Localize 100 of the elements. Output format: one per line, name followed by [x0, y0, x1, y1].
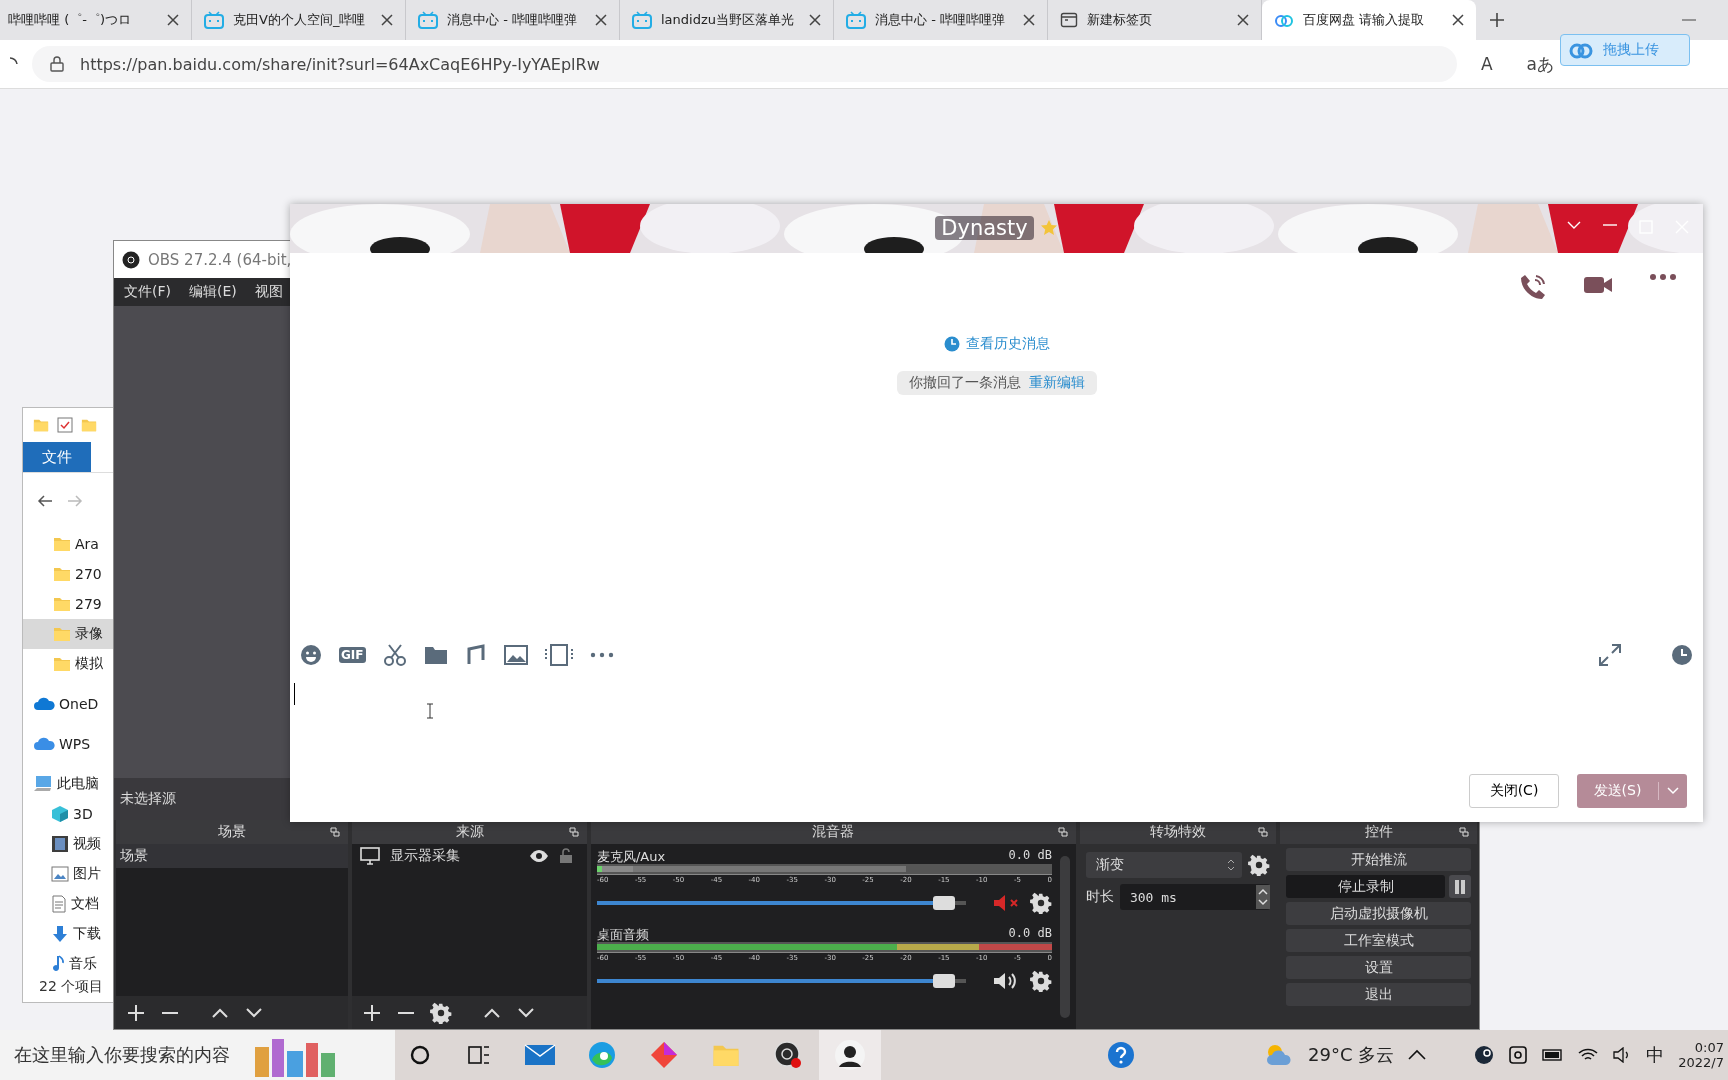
- nav-item[interactable]: 音乐: [23, 949, 113, 979]
- read-aloud-button[interactable]: A: [1470, 54, 1503, 74]
- pause-button[interactable]: [1449, 875, 1471, 898]
- search-field[interactable]: 在这里输入你要搜索的内容: [0, 1030, 395, 1080]
- nav-item[interactable]: 此电脑: [23, 769, 113, 799]
- nav-item[interactable]: 视频: [23, 829, 113, 859]
- diamond-icon[interactable]: [649, 1040, 679, 1070]
- close-icon[interactable]: [1237, 14, 1249, 26]
- task-view-icon[interactable]: [467, 1044, 491, 1066]
- window-title: OBS 27.2.4 (64-bit,: [148, 250, 292, 269]
- float-icon[interactable]: [568, 827, 579, 837]
- nav-item[interactable]: WPS: [23, 729, 113, 759]
- pause-icon: [1455, 879, 1465, 894]
- dropdown-icon[interactable]: [1567, 220, 1581, 230]
- close-icon[interactable]: [1023, 14, 1035, 26]
- folder-icon: [33, 417, 49, 433]
- nav-item[interactable]: 录像: [23, 619, 113, 649]
- ribbon-tab[interactable]: 文件: [23, 442, 91, 472]
- browser-tab[interactable]: 百度网盘 请输入提取: [1262, 0, 1476, 40]
- scene-item[interactable]: 场景: [116, 844, 349, 868]
- source-item[interactable]: 显示器采集: [352, 844, 587, 868]
- help-icon[interactable]: [1106, 1040, 1137, 1070]
- control-button[interactable]: 工作室模式: [1286, 929, 1471, 952]
- float-icon[interactable]: [1459, 827, 1469, 837]
- menu-item[interactable]: 文件(F): [124, 283, 171, 301]
- emoji-icon[interactable]: [300, 644, 322, 666]
- gif-button[interactable]: GIF: [339, 647, 366, 663]
- nav-item[interactable]: OneD: [23, 689, 113, 719]
- panel-title: 来源: [455, 823, 484, 841]
- chevron-up-icon[interactable]: [1408, 1049, 1427, 1061]
- screen-capture-icon[interactable]: [544, 643, 573, 667]
- close-icon[interactable]: [381, 14, 393, 26]
- history-link[interactable]: 查看历史消息: [965, 335, 1050, 353]
- tv-icon: [204, 11, 224, 29]
- float-icon[interactable]: [330, 827, 341, 837]
- new-tab-icon[interactable]: [1488, 11, 1506, 29]
- nav-item[interactable]: 模拟: [23, 649, 113, 679]
- folder-icon: [53, 625, 71, 643]
- browser-icon[interactable]: [587, 1040, 617, 1070]
- phone-icon[interactable]: [1519, 273, 1547, 301]
- menu-item[interactable]: 视图: [254, 283, 283, 301]
- spinner-icon: [1226, 857, 1237, 873]
- cube-icon: [51, 805, 69, 823]
- cortana-icon[interactable]: [409, 1044, 431, 1066]
- screenshot-icon[interactable]: [1508, 1045, 1529, 1065]
- control-button[interactable]: 停止录制: [1286, 875, 1445, 898]
- nav-item[interactable]: 270: [23, 559, 113, 589]
- image-icon[interactable]: [503, 645, 528, 665]
- clock-icon: [943, 336, 960, 352]
- control-button[interactable]: 启动虚拟摄像机: [1286, 902, 1471, 925]
- settings-icon[interactable]: [430, 1002, 453, 1024]
- clock[interactable]: 0:07 2022/7: [1678, 1040, 1728, 1070]
- input-method-indicator[interactable]: 中: [1646, 1043, 1665, 1067]
- spinner-icon[interactable]: [1256, 885, 1271, 909]
- menu-item[interactable]: 编辑(E): [189, 283, 237, 301]
- back-icon[interactable]: [37, 494, 53, 508]
- close-icon[interactable]: [167, 14, 179, 26]
- close-icon[interactable]: [595, 14, 607, 26]
- add-icon[interactable]: [362, 1003, 383, 1023]
- scrollbar[interactable]: [1059, 856, 1070, 1018]
- folder-icon[interactable]: [423, 645, 448, 665]
- battery-icon[interactable]: [1542, 1048, 1565, 1062]
- mail-icon[interactable]: [524, 1042, 556, 1068]
- document-icon: [51, 895, 67, 913]
- eye-icon[interactable]: [528, 849, 549, 863]
- close-button[interactable]: 关闭(C): [1469, 774, 1559, 808]
- computer-icon: [33, 775, 53, 793]
- lock-icon[interactable]: [558, 848, 573, 864]
- transition-select[interactable]: 渐变: [1085, 852, 1243, 878]
- nav-item[interactable]: Ara: [23, 529, 113, 559]
- more-icon[interactable]: [589, 652, 614, 658]
- control-button[interactable]: 退出: [1286, 983, 1471, 1006]
- avatar-icon[interactable]: [834, 1039, 866, 1071]
- add-icon[interactable]: [126, 1003, 146, 1023]
- expand-icon[interactable]: [1599, 644, 1621, 666]
- steam-icon[interactable]: [1474, 1045, 1495, 1065]
- taskbar-app[interactable]: [819, 1030, 881, 1080]
- weather-text[interactable]: 29°C 多云: [1308, 1043, 1395, 1067]
- settings-icon[interactable]: [1029, 892, 1052, 914]
- record-icon[interactable]: [773, 1040, 803, 1070]
- nav-item[interactable]: 3D: [23, 799, 113, 829]
- nav-item[interactable]: 下载: [23, 919, 113, 949]
- close-icon[interactable]: [1452, 14, 1464, 26]
- control-button[interactable]: 开始推流: [1286, 848, 1471, 871]
- float-icon[interactable]: [1057, 827, 1068, 837]
- nav-item[interactable]: 279: [23, 589, 113, 619]
- nav-item[interactable]: 图片: [23, 859, 113, 889]
- scissors-icon[interactable]: [382, 644, 407, 666]
- more-icon[interactable]: [1649, 273, 1677, 281]
- close-icon[interactable]: [809, 14, 821, 26]
- settings-icon[interactable]: [1248, 854, 1271, 876]
- float-icon[interactable]: [1258, 827, 1269, 837]
- tv-icon: [846, 11, 866, 29]
- clock-icon[interactable]: [1671, 644, 1693, 666]
- control-button[interactable]: 设置: [1286, 956, 1471, 979]
- settings-icon[interactable]: [1029, 970, 1052, 992]
- duration-field[interactable]: 300 ms: [1119, 884, 1271, 910]
- lock-icon: [50, 56, 64, 72]
- nav-item[interactable]: 文档: [23, 889, 113, 919]
- address-bar[interactable]: https://pan.baidu.com/share/init?surl=64AxCaqE6HPy-IyYAEplRw: [32, 46, 1457, 82]
